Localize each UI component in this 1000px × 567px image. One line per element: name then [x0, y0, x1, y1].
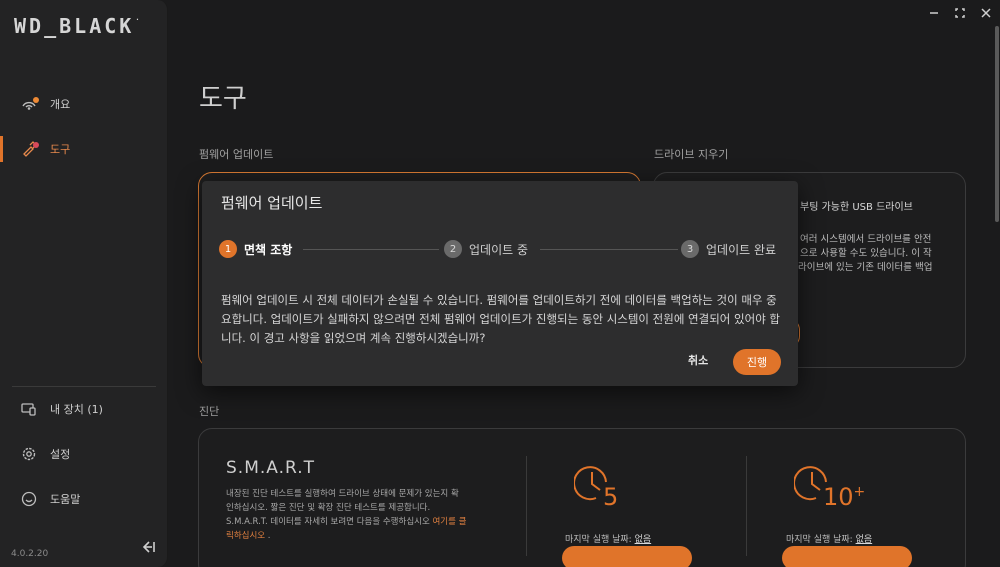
erase-text-line: 여러 시스템에서 드라이브를 안전: [800, 234, 932, 245]
sidebar-item-settings[interactable]: 설정: [0, 441, 168, 467]
divider: [526, 456, 527, 556]
devices-icon: [21, 403, 36, 416]
short-test-number: 5: [603, 483, 619, 511]
erase-heading: 부팅 가능한 USB 드라이브: [800, 202, 913, 213]
smart-title: S.M.A.R.T: [226, 458, 315, 478]
divider: [746, 456, 747, 556]
smart-data-link[interactable]: 여기를 클: [432, 517, 466, 527]
run-extended-test-button[interactable]: [782, 546, 912, 567]
close-icon[interactable]: [979, 6, 993, 20]
firmware-update-dialog: 펌웨어 업데이트 1 면책 조항 2 업데이트 중 3 업데이트 완료 펌웨어 …: [202, 181, 798, 386]
maximize-icon[interactable]: [953, 6, 967, 20]
app-logo: WD_BLACK.: [14, 14, 143, 38]
scrollbar[interactable]: [995, 26, 999, 222]
firmware-section-label: 펌웨어 업데이트: [199, 148, 274, 161]
smart-data-link[interactable]: 릭하십시오: [226, 531, 265, 541]
app-version: 4.0.2.20: [11, 549, 49, 559]
erase-text-line: 으로 사용할 수도 있습니다. 이 작: [800, 248, 932, 259]
sidebar: WD_BLACK. 개요 도구 내 장치 (1) 설정 도움말 4.0.2.20: [0, 0, 168, 567]
run-short-test-button[interactable]: [562, 546, 692, 567]
sidebar-item-label: 도구: [50, 143, 71, 156]
sidebar-item-tools[interactable]: 도구: [0, 136, 168, 162]
sidebar-item-devices[interactable]: 내 장치 (1): [0, 396, 168, 422]
extended-test-number: 10+: [823, 483, 866, 511]
help-icon: [21, 491, 37, 507]
gear-icon: [22, 447, 36, 461]
collapse-sidebar-icon[interactable]: [140, 539, 156, 555]
sidebar-item-overview[interactable]: 개요: [0, 91, 168, 117]
dialog-message: 펌웨어 업데이트 시 전체 데이터가 손실될 수 있습니다. 펌웨어를 업데이트…: [221, 293, 781, 345]
smart-description: 내장된 진단 테스트를 실행하여 드라이브 상태에 문제가 있는지 확 인하십시…: [226, 489, 467, 541]
sidebar-item-label: 내 장치 (1): [50, 403, 103, 416]
step-updating: 2 업데이트 중: [444, 239, 528, 259]
diagnostics-section-label: 진단: [199, 405, 220, 418]
sidebar-item-help[interactable]: 도움말: [0, 486, 168, 512]
step-connector: [540, 249, 678, 250]
step-complete: 3 업데이트 완료: [681, 239, 776, 259]
extended-test-last-run: 마지막 실행 날짜: 없음: [786, 535, 873, 545]
step-disclaimer: 1 면책 조항: [219, 239, 292, 259]
sidebar-item-label: 도움말: [50, 493, 81, 506]
overview-badge: [33, 97, 39, 103]
cancel-button[interactable]: 취소: [688, 352, 708, 368]
sidebar-item-label: 개요: [50, 98, 71, 111]
erase-section-label: 드라이브 지우기: [654, 148, 729, 161]
erase-text-line: 라이브에 있는 기존 데이터를 백업: [798, 262, 933, 273]
minimize-icon[interactable]: [927, 6, 941, 20]
proceed-button[interactable]: 진행: [733, 349, 781, 375]
step-connector: [303, 249, 439, 250]
sidebar-divider: [12, 386, 156, 387]
page-title: 도구: [199, 84, 247, 114]
dialog-title: 펌웨어 업데이트: [221, 194, 323, 212]
tools-badge: [33, 142, 39, 148]
short-test-last-run: 마지막 실행 날짜: 없음: [565, 535, 652, 545]
sidebar-item-label: 설정: [50, 448, 71, 461]
